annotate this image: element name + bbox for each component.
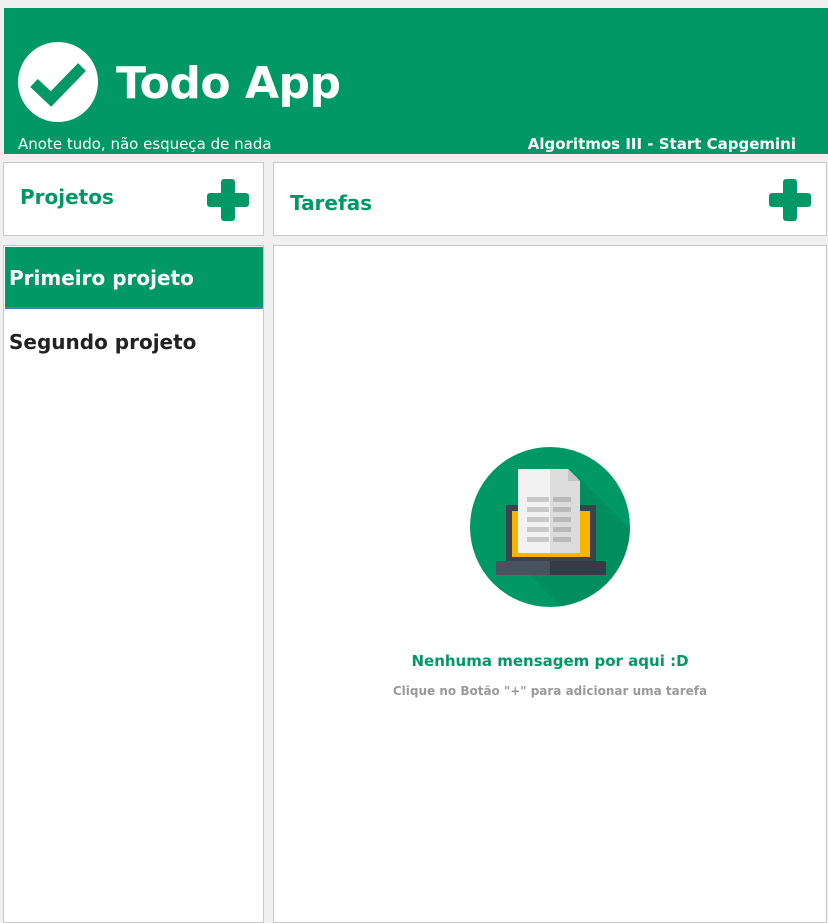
empty-state-title: Nenhuma mensagem por aqui :D (411, 652, 689, 670)
tasks-header: Tarefas (273, 162, 827, 236)
tasks-area: Nenhuma mensagem por aqui :D Clique no B… (273, 245, 827, 923)
course-label: Algoritmos III - Start Capgemini (527, 135, 796, 153)
plus-icon (769, 179, 811, 221)
projects-title: Projetos (20, 185, 114, 209)
project-item-label: Segundo projeto (9, 330, 197, 354)
checkmark-circle-icon (18, 42, 98, 122)
add-project-button[interactable] (207, 179, 249, 221)
project-item-label: Primeiro projeto (9, 266, 194, 290)
todo-app-window: Todo App Anote tudo, não esqueça de nada… (0, 0, 828, 923)
projects-header: Projetos (3, 162, 264, 236)
project-item-primeiro[interactable]: Primeiro projeto (5, 247, 263, 309)
laptop-document-icon (470, 447, 630, 607)
add-task-button[interactable] (769, 179, 811, 221)
tasks-title: Tarefas (290, 191, 373, 215)
app-header: Todo App Anote tudo, não esqueça de nada… (4, 8, 828, 154)
app-subtitle: Anote tudo, não esqueça de nada (18, 135, 272, 153)
projects-list: Primeiro projeto Segundo projeto (3, 245, 264, 923)
app-title: Todo App (116, 58, 341, 109)
empty-state-hint: Clique no Botão "+" para adicionar uma t… (392, 684, 708, 698)
plus-icon (207, 179, 249, 221)
project-item-segundo[interactable]: Segundo projeto (5, 311, 263, 373)
